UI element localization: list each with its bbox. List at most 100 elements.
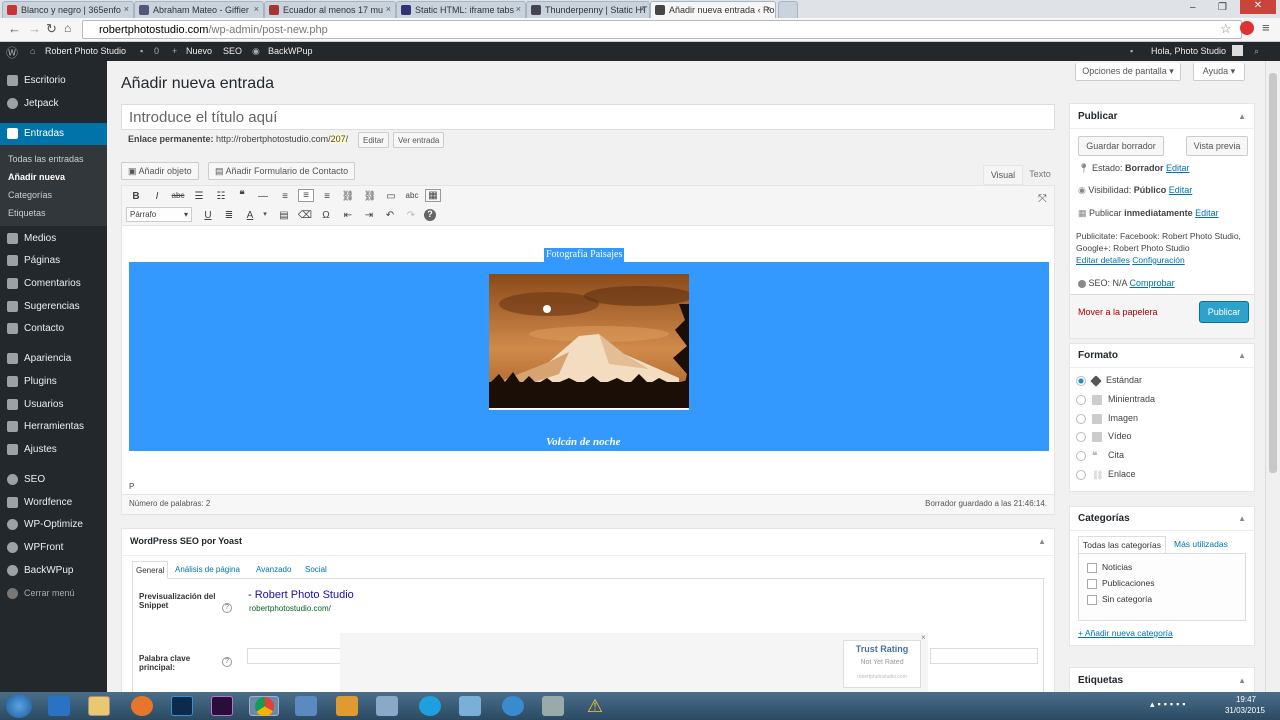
unlink-icon[interactable]: ⛓ bbox=[362, 191, 378, 202]
minimize-icon[interactable]: – bbox=[1190, 2, 1196, 13]
close-icon[interactable]: × bbox=[921, 633, 926, 642]
format-option-aside[interactable]: Minientrada bbox=[1076, 394, 1155, 405]
site-name-link[interactable]: Robert Photo Studio bbox=[45, 46, 126, 56]
menu-item-wordfence[interactable]: Wordfence bbox=[0, 492, 107, 514]
menu-item-ajustes[interactable]: Ajustes bbox=[0, 439, 107, 461]
outdent-icon[interactable]: ⇤ bbox=[340, 210, 356, 221]
horizontal-line-icon[interactable]: — bbox=[255, 191, 271, 202]
new-tab-button[interactable] bbox=[778, 1, 798, 18]
read-more-icon[interactable]: ▭ bbox=[383, 191, 399, 202]
help-button[interactable]: Ayuda ▾ bbox=[1193, 63, 1245, 81]
yoast-tab-advanced[interactable]: Avanzado bbox=[256, 565, 291, 574]
collapse-arrow-icon[interactable]: ▲ bbox=[1038, 537, 1046, 546]
new-content-link[interactable]: Nuevo bbox=[186, 46, 212, 56]
menu-item-backwpup[interactable]: BackWPup bbox=[0, 560, 107, 582]
screen-options-button[interactable]: Opciones de pantalla ▾ bbox=[1075, 63, 1181, 81]
reload-icon[interactable]: ↻ bbox=[46, 21, 57, 37]
window-icon[interactable] bbox=[376, 696, 398, 716]
close-icon[interactable]: × bbox=[124, 4, 129, 14]
browser-tab-active[interactable]: Añadir nueva entrada ‹ Ro × bbox=[650, 1, 776, 18]
folder-icon[interactable] bbox=[88, 696, 110, 716]
submenu-all-posts[interactable]: Todas las entradas bbox=[8, 154, 84, 164]
submenu-categories[interactable]: Categorías bbox=[8, 190, 52, 200]
edit-permalink-button[interactable]: Editar bbox=[358, 132, 389, 148]
align-center-icon[interactable]: ≡ bbox=[298, 189, 314, 202]
tab-text[interactable]: Texto bbox=[1025, 165, 1055, 185]
media-player-icon[interactable] bbox=[336, 696, 358, 716]
tool-icon[interactable] bbox=[542, 696, 564, 716]
internet-explorer-icon[interactable] bbox=[48, 696, 70, 716]
menu-item-entradas[interactable]: Entradas bbox=[0, 123, 107, 145]
tab-visual[interactable]: Visual bbox=[983, 165, 1023, 185]
numbered-list-icon[interactable]: ☷ bbox=[213, 191, 229, 202]
help-icon[interactable]: ? bbox=[222, 657, 232, 667]
trust-rating-widget[interactable]: Trust Rating Not Yet Rated robertphotost… bbox=[843, 640, 921, 688]
redo-icon[interactable]: ↷ bbox=[403, 210, 419, 221]
publish-button[interactable]: Publicar bbox=[1199, 301, 1249, 323]
avatar[interactable] bbox=[1232, 45, 1243, 56]
omega-icon[interactable]: Ω bbox=[318, 210, 334, 221]
undo-icon[interactable]: ↶ bbox=[382, 210, 398, 221]
home-icon[interactable]: ⌂ bbox=[64, 21, 71, 35]
category-item[interactable]: Noticias bbox=[1087, 562, 1132, 573]
format-option-quote[interactable]: ❝ Cita bbox=[1076, 450, 1124, 462]
bold-icon[interactable]: B bbox=[128, 191, 144, 202]
skype-icon[interactable] bbox=[419, 696, 441, 716]
star-icon[interactable]: ☆ bbox=[1220, 21, 1232, 37]
document-icon[interactable] bbox=[295, 696, 317, 716]
save-draft-button[interactable]: Guardar borrador bbox=[1078, 136, 1164, 156]
collapse-arrow-icon[interactable]: ▲ bbox=[1238, 676, 1246, 685]
align-right-icon[interactable]: ≡ bbox=[319, 191, 335, 202]
browser-tab[interactable]: Blanco y negro | 365enfo × bbox=[2, 1, 134, 18]
bullet-list-icon[interactable]: ☰ bbox=[191, 191, 207, 202]
submenu-add-new[interactable]: Añadir nueva bbox=[8, 172, 65, 182]
menu-item-paginas[interactable]: Páginas bbox=[0, 250, 107, 272]
menu-item-escritorio[interactable]: Escritorio bbox=[0, 70, 107, 92]
start-button-icon[interactable] bbox=[6, 694, 32, 718]
chevron-down-icon[interactable]: ▾ bbox=[257, 210, 273, 218]
yoast-tab-analysis[interactable]: Análisis de página bbox=[175, 565, 240, 574]
help-icon[interactable]: ? bbox=[222, 603, 232, 613]
category-item[interactable]: Publicaciones bbox=[1087, 578, 1154, 589]
menu-icon[interactable]: ≡ bbox=[1262, 20, 1270, 35]
link-icon[interactable]: ⛓ bbox=[340, 191, 356, 202]
forward-icon[interactable]: → bbox=[28, 21, 41, 36]
format-option-video[interactable]: Vídeo bbox=[1076, 431, 1132, 442]
menu-item-jetpack[interactable]: Jetpack bbox=[0, 93, 107, 115]
format-option-link[interactable]: ⛓ Enlace bbox=[1076, 469, 1136, 480]
category-item[interactable]: Sin categoría bbox=[1087, 594, 1152, 605]
menu-item-wp-optimize[interactable]: WP-Optimize bbox=[0, 514, 107, 536]
comments-count[interactable]: 0 bbox=[154, 46, 159, 56]
configuration-link[interactable]: Configuración bbox=[1132, 255, 1184, 265]
menu-item-seo[interactable]: SEO bbox=[0, 469, 107, 491]
quote-icon[interactable]: ❝ bbox=[234, 190, 250, 201]
seo-link[interactable]: SEO bbox=[223, 46, 242, 56]
eraser-icon[interactable]: ⌫ bbox=[297, 210, 313, 221]
menu-item-contacto[interactable]: Contacto bbox=[0, 318, 107, 340]
help-icon[interactable]: ? bbox=[424, 209, 436, 221]
format-option-standard[interactable]: Estándar bbox=[1076, 374, 1142, 387]
edit-visibility-link[interactable]: Editar bbox=[1169, 185, 1193, 195]
close-icon[interactable]: × bbox=[766, 4, 771, 14]
editor-content[interactable]: Fotografía Paisajes Volcán de noche bbox=[122, 226, 1054, 494]
menu-item-comentarios[interactable]: Comentarios bbox=[0, 273, 107, 295]
scrollbar-thumb[interactable] bbox=[1269, 73, 1277, 473]
strikethrough-icon[interactable]: abc bbox=[170, 191, 186, 200]
post-title-input[interactable]: Introduce el título aquí bbox=[121, 104, 1055, 130]
volcano-image[interactable] bbox=[489, 274, 689, 410]
chrome-active-icon[interactable] bbox=[249, 696, 279, 716]
add-category-link[interactable]: + Añadir nueva categoría bbox=[1078, 628, 1173, 638]
spellcheck-icon[interactable]: abc bbox=[404, 191, 420, 200]
back-icon[interactable]: ← bbox=[8, 21, 21, 36]
menu-item-sugerencias[interactable]: Sugerencias bbox=[0, 296, 107, 318]
warning-icon[interactable]: ⚠ bbox=[584, 696, 606, 716]
italic-icon[interactable]: I bbox=[149, 191, 165, 202]
text-color-icon[interactable]: A bbox=[242, 210, 258, 221]
view-post-button[interactable]: Ver entrada bbox=[393, 132, 445, 148]
format-select[interactable]: Párrafo ▾ bbox=[126, 207, 192, 222]
focus-keyword-input[interactable] bbox=[247, 648, 347, 664]
underline-icon[interactable]: U bbox=[200, 210, 216, 221]
browser-tab[interactable]: Static HTML: iframe tabs × bbox=[396, 1, 526, 18]
seo-check-link[interactable]: Comprobar bbox=[1130, 278, 1175, 288]
firefox-icon[interactable] bbox=[131, 696, 153, 716]
